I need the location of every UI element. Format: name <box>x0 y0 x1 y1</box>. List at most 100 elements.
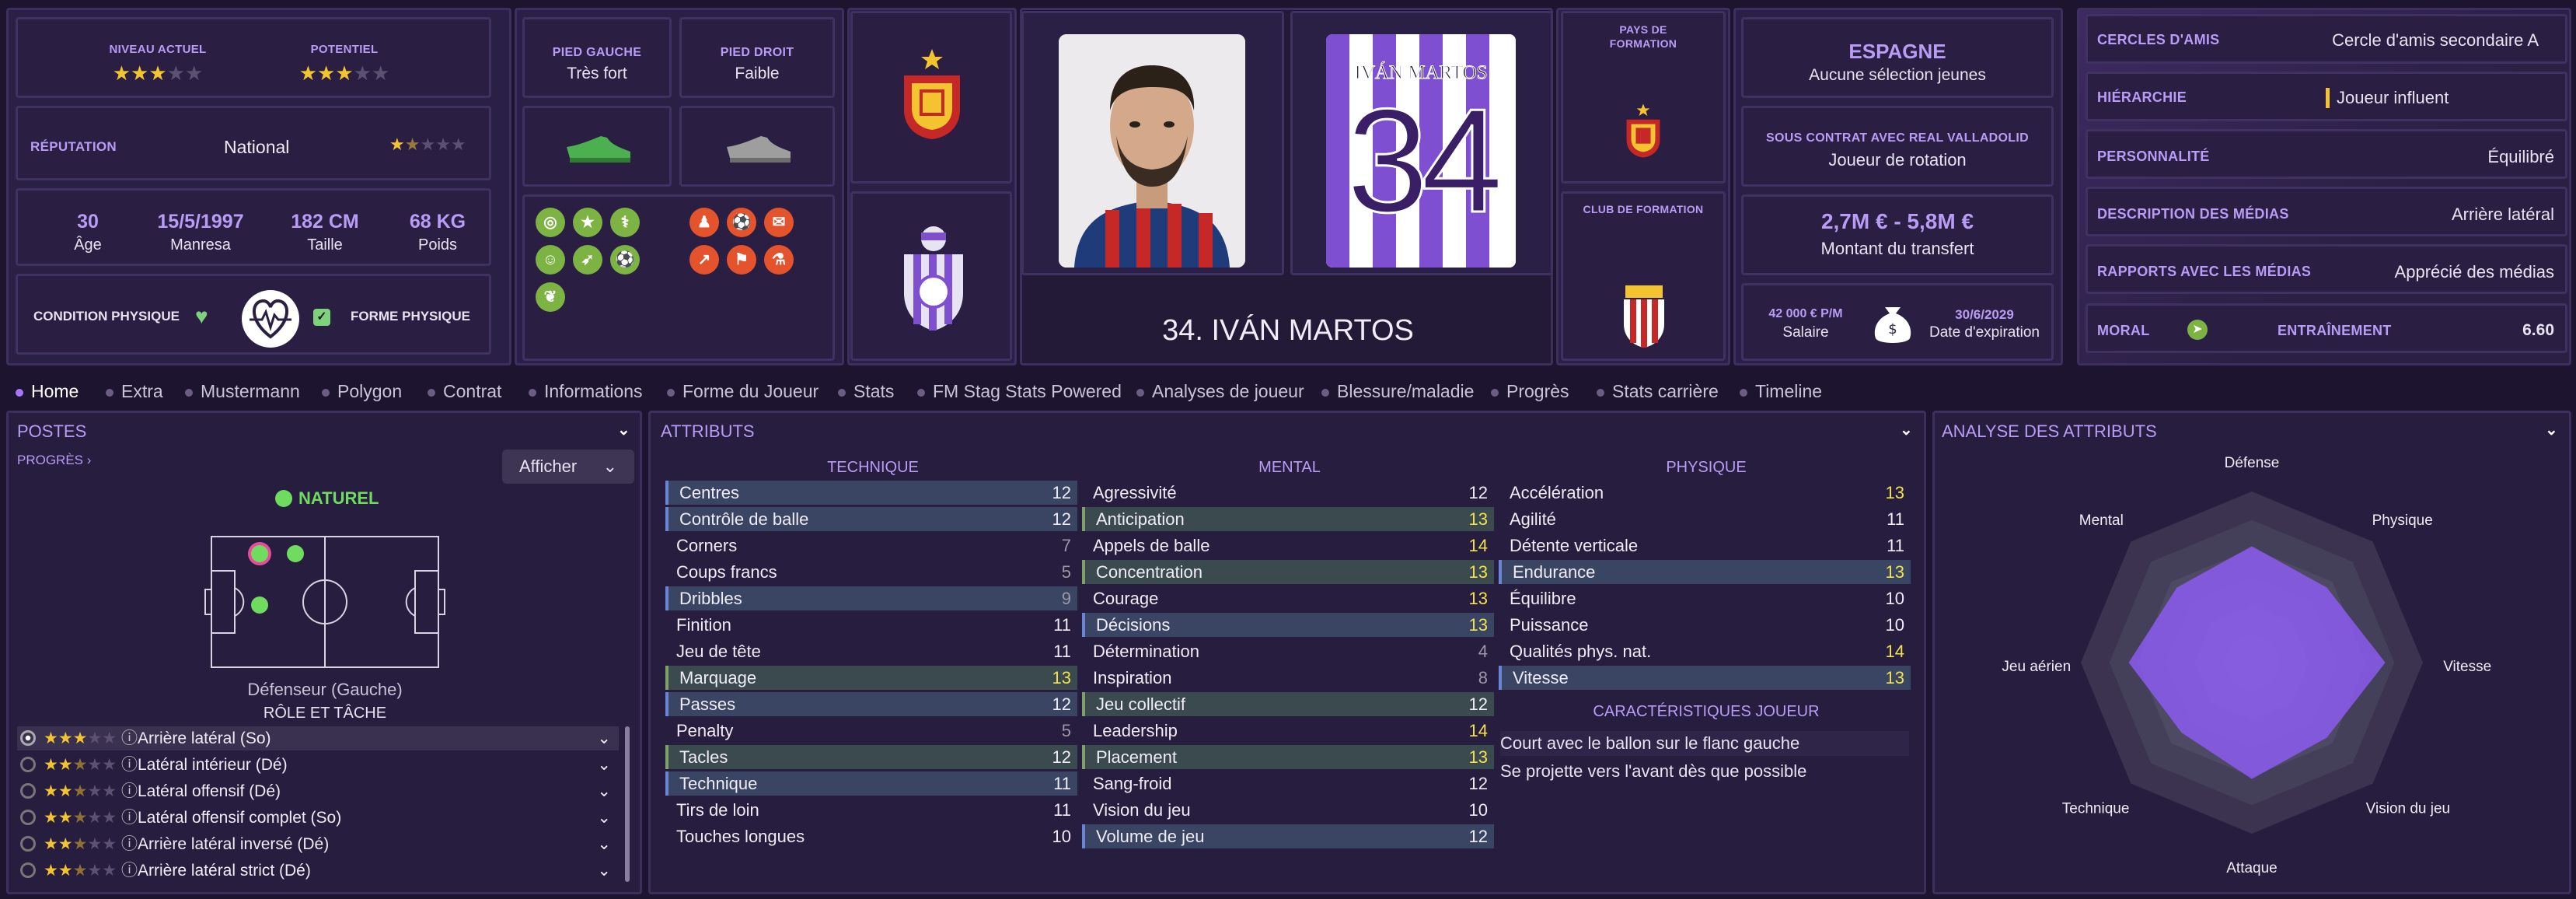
role-expand-icon[interactable]: ⌄ <box>597 806 611 830</box>
role-radio-icon[interactable] <box>20 810 36 825</box>
attribute-row[interactable]: Volume de jeu 12 <box>1082 824 1494 848</box>
trait-ball-icon[interactable]: ⚽ <box>610 245 640 275</box>
progress-link[interactable]: PROGRÈS › <box>17 453 91 468</box>
attribute-row[interactable]: Tirs de loin 11 <box>665 798 1077 822</box>
info-row-morale[interactable]: MORAL ➤ ENTRAÎNEMENT 6.60 <box>2086 303 2567 353</box>
attribute-row[interactable]: Inspiration 8 <box>1082 666 1494 690</box>
role-row[interactable]: ★★★★★ ⓘArrière latéral (So) ⌄ <box>17 726 619 750</box>
attribute-row[interactable]: Corners 7 <box>665 533 1077 558</box>
tab-timeline[interactable]: Timeline <box>1740 381 1822 402</box>
trait-head-icon[interactable]: ☺ <box>536 245 565 275</box>
attribute-row[interactable]: Contrôle de balle 12 <box>665 507 1077 531</box>
tab-contrat[interactable]: Contrat <box>428 381 501 402</box>
roles-scrollbar[interactable] <box>625 726 630 882</box>
role-row[interactable]: ★★★★★ ⓘLatéral intérieur (Dé) ⌄ <box>17 753 619 777</box>
trait-run-icon[interactable]: ➶ <box>573 245 602 275</box>
attribute-row[interactable]: Puissance 10 <box>1499 613 1911 637</box>
attribute-row[interactable]: Détente verticale 11 <box>1499 533 1911 558</box>
attribute-row[interactable]: Agilité 11 <box>1499 507 1911 531</box>
tab-forme[interactable]: Forme du Joueur <box>667 381 819 402</box>
info-icon[interactable]: ⓘ <box>121 729 138 747</box>
technique-title: TECHNIQUE <box>827 459 919 476</box>
attribute-row[interactable]: Penalty 5 <box>665 719 1077 743</box>
attribute-row[interactable]: Vision du jeu 10 <box>1082 798 1494 822</box>
tab-stats[interactable]: Stats <box>838 381 894 402</box>
attribute-row[interactable]: Dribbles 9 <box>665 586 1077 610</box>
info-row-media-relations[interactable]: RAPPORTS AVEC LES MÉDIAS Apprécié des mé… <box>2086 244 2567 294</box>
trait-trend-icon[interactable]: ↗ <box>689 245 719 275</box>
role-row[interactable]: ★★★★★ ⓘArrière latéral inversé (Dé) ⌄ <box>17 832 619 856</box>
attribute-row[interactable]: Jeu collectif 12 <box>1082 692 1494 716</box>
attribute-row[interactable]: Anticipation 13 <box>1082 507 1494 531</box>
tab-informations[interactable]: Informations <box>529 381 643 402</box>
role-radio-icon[interactable] <box>20 730 36 746</box>
role-radio-icon[interactable] <box>20 836 36 852</box>
trait-chat-icon[interactable]: ✉ <box>764 208 794 237</box>
role-expand-icon[interactable]: ⌄ <box>597 832 611 856</box>
positions-collapse-icon[interactable]: ⌄ <box>617 420 630 439</box>
role-expand-icon[interactable]: ⌄ <box>597 859 611 883</box>
trait-soccer-icon[interactable]: ⚽ <box>727 208 756 237</box>
info-row-personality[interactable]: PERSONNALITÉ Équilibré <box>2086 129 2567 179</box>
attribute-row[interactable]: Technique 11 <box>665 771 1077 796</box>
attribute-row[interactable]: Touches longues 10 <box>665 824 1077 848</box>
attribute-row[interactable]: Concentration 13 <box>1082 560 1494 584</box>
nation-badge-box[interactable] <box>850 11 1012 184</box>
attribute-row[interactable]: Appels de balle 14 <box>1082 533 1494 558</box>
attribute-row[interactable]: Vitesse 13 <box>1499 666 1911 690</box>
club-contract-box[interactable]: SOUS CONTRAT AVEC REAL VALLADOLID Joueur… <box>1741 106 2054 187</box>
info-row-friends[interactable]: CERCLES D'AMIS Cercle d'amis secondaire … <box>2086 14 2567 64</box>
role-row[interactable]: ★★★★★ ⓘLatéral offensif complet (So) ⌄ <box>17 806 619 830</box>
role-row[interactable]: ★★★★★ ⓘArrière latéral strict (Dé) ⌄ <box>17 859 619 883</box>
attribute-row[interactable]: Coups francs 5 <box>665 560 1077 584</box>
attribute-row[interactable]: Jeu de tête 11 <box>665 639 1077 663</box>
show-dropdown[interactable]: Afficher ⌄ <box>502 450 634 484</box>
role-radio-icon[interactable] <box>20 757 36 772</box>
tab-blessure[interactable]: Blessure/maladie <box>1321 381 1474 402</box>
attribute-row[interactable]: Placement 13 <box>1082 745 1494 769</box>
tab-fm-stag[interactable]: FM Stag Stats Powered <box>917 381 1122 402</box>
trait-leaf-icon[interactable]: ❦ <box>536 282 565 312</box>
wage-box[interactable]: 42 000 € P/M Salaire $ 30/6/2029 Date d'… <box>1741 283 2054 361</box>
attribute-row[interactable]: Agressivité 12 <box>1082 481 1494 505</box>
attribute-row[interactable]: Décisions 13 <box>1082 613 1494 637</box>
attribute-row[interactable]: Leadership 14 <box>1082 719 1494 743</box>
role-expand-icon[interactable]: ⌄ <box>597 726 611 750</box>
attribute-row[interactable]: Centres 12 <box>665 481 1077 505</box>
attribute-row[interactable]: Accélération 13 <box>1499 481 1911 505</box>
attribute-row[interactable]: Passes 12 <box>665 692 1077 716</box>
attribute-row[interactable]: Finition 11 <box>665 613 1077 637</box>
info-row-hierarchy[interactable]: HIÉRARCHIE Joueur influent <box>2086 72 2567 121</box>
attribute-row[interactable]: Sang-froid 12 <box>1082 771 1494 796</box>
tab-mustermann[interactable]: Mustermann <box>185 381 300 402</box>
trait-target-icon[interactable]: ◎ <box>536 208 565 237</box>
info-row-media-desc[interactable]: DESCRIPTION DES MÉDIAS Arrière latéral <box>2086 187 2567 236</box>
attribute-row[interactable]: Endurance 13 <box>1499 560 1911 584</box>
attribute-row[interactable]: Tacles 12 <box>665 745 1077 769</box>
role-radio-icon[interactable] <box>20 862 36 878</box>
nation-box[interactable]: ESPAGNE Aucune sélection jeunes <box>1741 17 2054 98</box>
trait-dna-icon[interactable]: ⚕ <box>610 208 640 237</box>
attribute-row[interactable]: Détermination 4 <box>1082 639 1494 663</box>
transfer-value-box[interactable]: 2,7M € - 5,8M € Montant du transfert <box>1741 194 2054 275</box>
tab-polygon[interactable]: Polygon <box>322 381 402 402</box>
attribute-row[interactable]: Marquage 13 <box>665 666 1077 690</box>
attribute-row[interactable]: Qualités phys. nat. 14 <box>1499 639 1911 663</box>
trait-star-icon[interactable]: ★ <box>573 208 602 237</box>
tab-progres[interactable]: Progrès <box>1491 381 1569 402</box>
attributes-collapse-icon[interactable]: ⌄ <box>1900 420 1913 439</box>
attribute-row[interactable]: Équilibre 10 <box>1499 586 1911 610</box>
trait-person-icon[interactable]: ♟ <box>689 208 719 237</box>
role-row[interactable]: ★★★★★ ⓘLatéral offensif (Dé) ⌄ <box>17 779 619 803</box>
attribute-row[interactable]: Courage 13 <box>1082 586 1494 610</box>
tab-stats-carriere[interactable]: Stats carrière <box>1597 381 1719 402</box>
trait-flag-icon[interactable]: ⚑ <box>727 245 756 275</box>
role-expand-icon[interactable]: ⌄ <box>597 753 611 777</box>
tab-analyses[interactable]: Analyses de joueur <box>1136 381 1304 402</box>
role-expand-icon[interactable]: ⌄ <box>597 779 611 803</box>
tab-home[interactable]: Home <box>16 381 79 402</box>
role-radio-icon[interactable] <box>20 783 36 799</box>
tab-extra[interactable]: Extra <box>106 381 163 402</box>
trait-flask-icon[interactable]: ⚗ <box>764 245 794 275</box>
club-badge-box[interactable] <box>850 191 1012 361</box>
